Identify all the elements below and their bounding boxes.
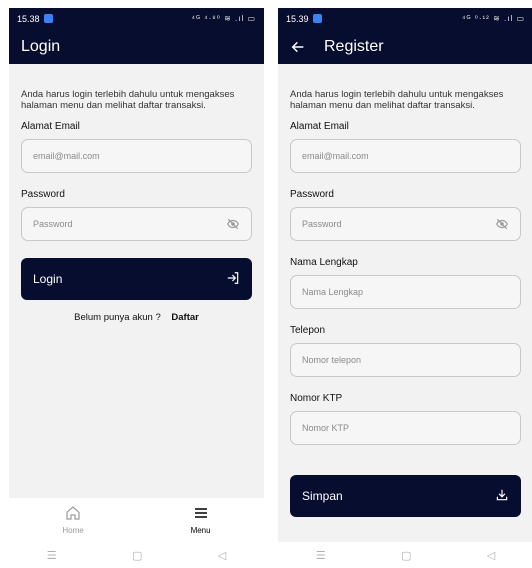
phone-field[interactable]: Nomor telepon: [290, 343, 521, 377]
back-triangle-icon[interactable]: ◁: [218, 549, 226, 562]
page-title: Login: [21, 37, 61, 55]
login-info-text: Anda harus login terlebih dahulu untuk m…: [21, 89, 235, 111]
eye-off-icon[interactable]: [495, 217, 509, 231]
status-bar: 15.38 ⁴ᴳ ⁴·⁸⁰ ≋ .ıl ▭: [9, 8, 264, 29]
register-link[interactable]: Daftar: [171, 312, 198, 323]
email-label: Alamat Email: [21, 121, 80, 132]
home-square-icon[interactable]: ▢: [132, 549, 142, 562]
register-screen: 15.39 ⁴ᴳ ⁰·¹² ≋ .ıl ▭ Register Anda haru…: [278, 8, 532, 568]
email-placeholder: email@mail.com: [302, 151, 369, 161]
system-nav-bar: ☰ ▢ ◁: [9, 542, 264, 568]
recents-icon[interactable]: ☰: [316, 549, 326, 562]
password-label: Password: [290, 189, 334, 200]
status-time: 15.38: [17, 13, 40, 24]
ktp-label: Nomor KTP: [290, 393, 343, 404]
app-bar: Login: [9, 29, 264, 64]
password-placeholder: Password: [302, 219, 342, 229]
email-label: Alamat Email: [290, 121, 349, 132]
status-icons: ⁴ᴳ ⁴·⁸⁰ ≋ .ıl ▭: [191, 14, 256, 23]
login-button-label: Login: [33, 272, 63, 286]
save-button[interactable]: Simpan: [290, 475, 521, 517]
password-label: Password: [21, 189, 65, 200]
phone-label: Telepon: [290, 325, 326, 336]
password-field[interactable]: Password: [21, 207, 252, 241]
email-field[interactable]: email@mail.com: [21, 139, 252, 173]
home-icon: [65, 505, 81, 523]
register-prompt: Belum punya akun ?: [74, 312, 161, 323]
menu-icon: [192, 505, 210, 523]
status-time: 15.39: [286, 13, 309, 24]
back-triangle-icon[interactable]: ◁: [487, 549, 495, 562]
login-screen: 15.38 ⁴ᴳ ⁴·⁸⁰ ≋ .ıl ▭ Login Anda harus l…: [9, 8, 264, 568]
system-nav-bar: ☰ ▢ ◁: [278, 542, 532, 568]
download-icon: [495, 488, 509, 505]
name-label: Nama Lengkap: [290, 257, 358, 268]
login-arrow-icon: [226, 271, 240, 288]
register-prompt-row: Belum punya akun ? Daftar: [21, 312, 252, 323]
nav-label-home: Home: [62, 526, 84, 535]
app-bar: Register: [278, 29, 532, 64]
nav-item-home[interactable]: Home: [62, 505, 84, 535]
eye-off-icon[interactable]: [226, 217, 240, 231]
login-button[interactable]: Login: [21, 258, 252, 300]
email-field[interactable]: email@mail.com: [290, 139, 521, 173]
recents-icon[interactable]: ☰: [47, 549, 57, 562]
name-placeholder: Nama Lengkap: [302, 287, 364, 297]
back-arrow-icon[interactable]: [290, 39, 310, 55]
phone-placeholder: Nomor telepon: [302, 355, 362, 365]
ktp-placeholder: Nomor KTP: [302, 423, 350, 433]
page-title: Register: [324, 37, 384, 55]
app-notification-icon: [43, 14, 53, 23]
password-placeholder: Password: [33, 219, 73, 229]
save-button-label: Simpan: [302, 489, 343, 503]
password-field[interactable]: Password: [290, 207, 521, 241]
app-notification-icon: [312, 14, 322, 23]
status-bar: 15.39 ⁴ᴳ ⁰·¹² ≋ .ıl ▭: [278, 8, 532, 29]
ktp-field[interactable]: Nomor KTP: [290, 411, 521, 445]
home-square-icon[interactable]: ▢: [401, 549, 411, 562]
email-placeholder: email@mail.com: [33, 151, 100, 161]
nav-item-menu[interactable]: Menu: [191, 505, 211, 535]
bottom-navigation: Home Menu: [9, 498, 264, 542]
status-icons: ⁴ᴳ ⁰·¹² ≋ .ıl ▭: [462, 14, 525, 23]
name-field[interactable]: Nama Lengkap: [290, 275, 521, 309]
nav-label-menu: Menu: [190, 526, 211, 535]
register-info-text: Anda harus login terlebih dahulu untuk m…: [290, 89, 504, 111]
